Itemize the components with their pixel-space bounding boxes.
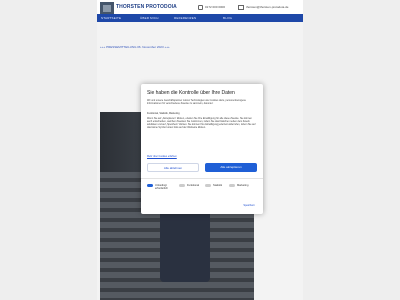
phone-icon: [198, 5, 203, 10]
logo-text[interactable]: THORSTEN PROTODOIA: [116, 4, 177, 10]
nav-item-startseite[interactable]: STARTSEITE: [101, 16, 121, 20]
cookie-dialog-categories: Funktional, Statistik, Marketing: [147, 112, 180, 115]
toggle-statistics[interactable]: [205, 184, 211, 187]
save-selection-link[interactable]: Speichern: [243, 204, 255, 207]
checkbox-label-statistics: Statistik: [213, 184, 223, 187]
cookie-dialog-intro: Wir und unsere Geschäftspartner nutzen T…: [147, 99, 246, 105]
nav-item-referenzen[interactable]: REFERENZEN: [174, 16, 196, 20]
toggle-necessary[interactable]: [147, 184, 153, 187]
checkbox-label-marketing: Marketing: [237, 184, 249, 187]
toggle-functional[interactable]: [179, 184, 185, 187]
logo-image[interactable]: [100, 2, 114, 14]
photo-person: [160, 188, 210, 282]
page-background: THORSTEN PROTODOIA 0172 000 0000 thorste…: [0, 0, 400, 300]
cookie-dialog-details: Wenn Sie auf „Akzeptieren“ klicken, erte…: [147, 117, 256, 129]
main-navigation: STARTSEITE ÜBER MICH REFERENZEN BLOG: [97, 14, 303, 22]
email-address[interactable]: thorsten@thorsten-protodoia.de: [246, 5, 288, 9]
nav-item-ueber-mich[interactable]: ÜBER MICH: [140, 16, 159, 20]
checkbox-label-necessary: Unbedingt erforderlich: [155, 184, 168, 190]
press-release-line: +++ PRESSEMITTEILUNG 06. November 2023 +…: [100, 45, 170, 49]
phone-number[interactable]: 0172 000 0000: [205, 5, 225, 9]
toggle-marketing[interactable]: [229, 184, 235, 187]
cookie-consent-dialog: Sie haben die Kontrolle über Ihre Daten …: [141, 84, 263, 214]
cookie-dialog-title: Sie haben die Kontrolle über Ihre Daten: [147, 90, 235, 96]
reject-all-button[interactable]: Alle ablehnen: [147, 163, 199, 172]
mail-icon: [238, 5, 244, 10]
dialog-divider: [141, 178, 263, 179]
nav-item-blog[interactable]: BLOG: [223, 16, 232, 20]
accept-all-button[interactable]: Alle akzeptieren: [205, 163, 257, 172]
checkbox-label-functional: Funktional: [187, 184, 199, 187]
cookie-more-info-link[interactable]: Mehr über Cookies erfahren: [147, 155, 177, 158]
